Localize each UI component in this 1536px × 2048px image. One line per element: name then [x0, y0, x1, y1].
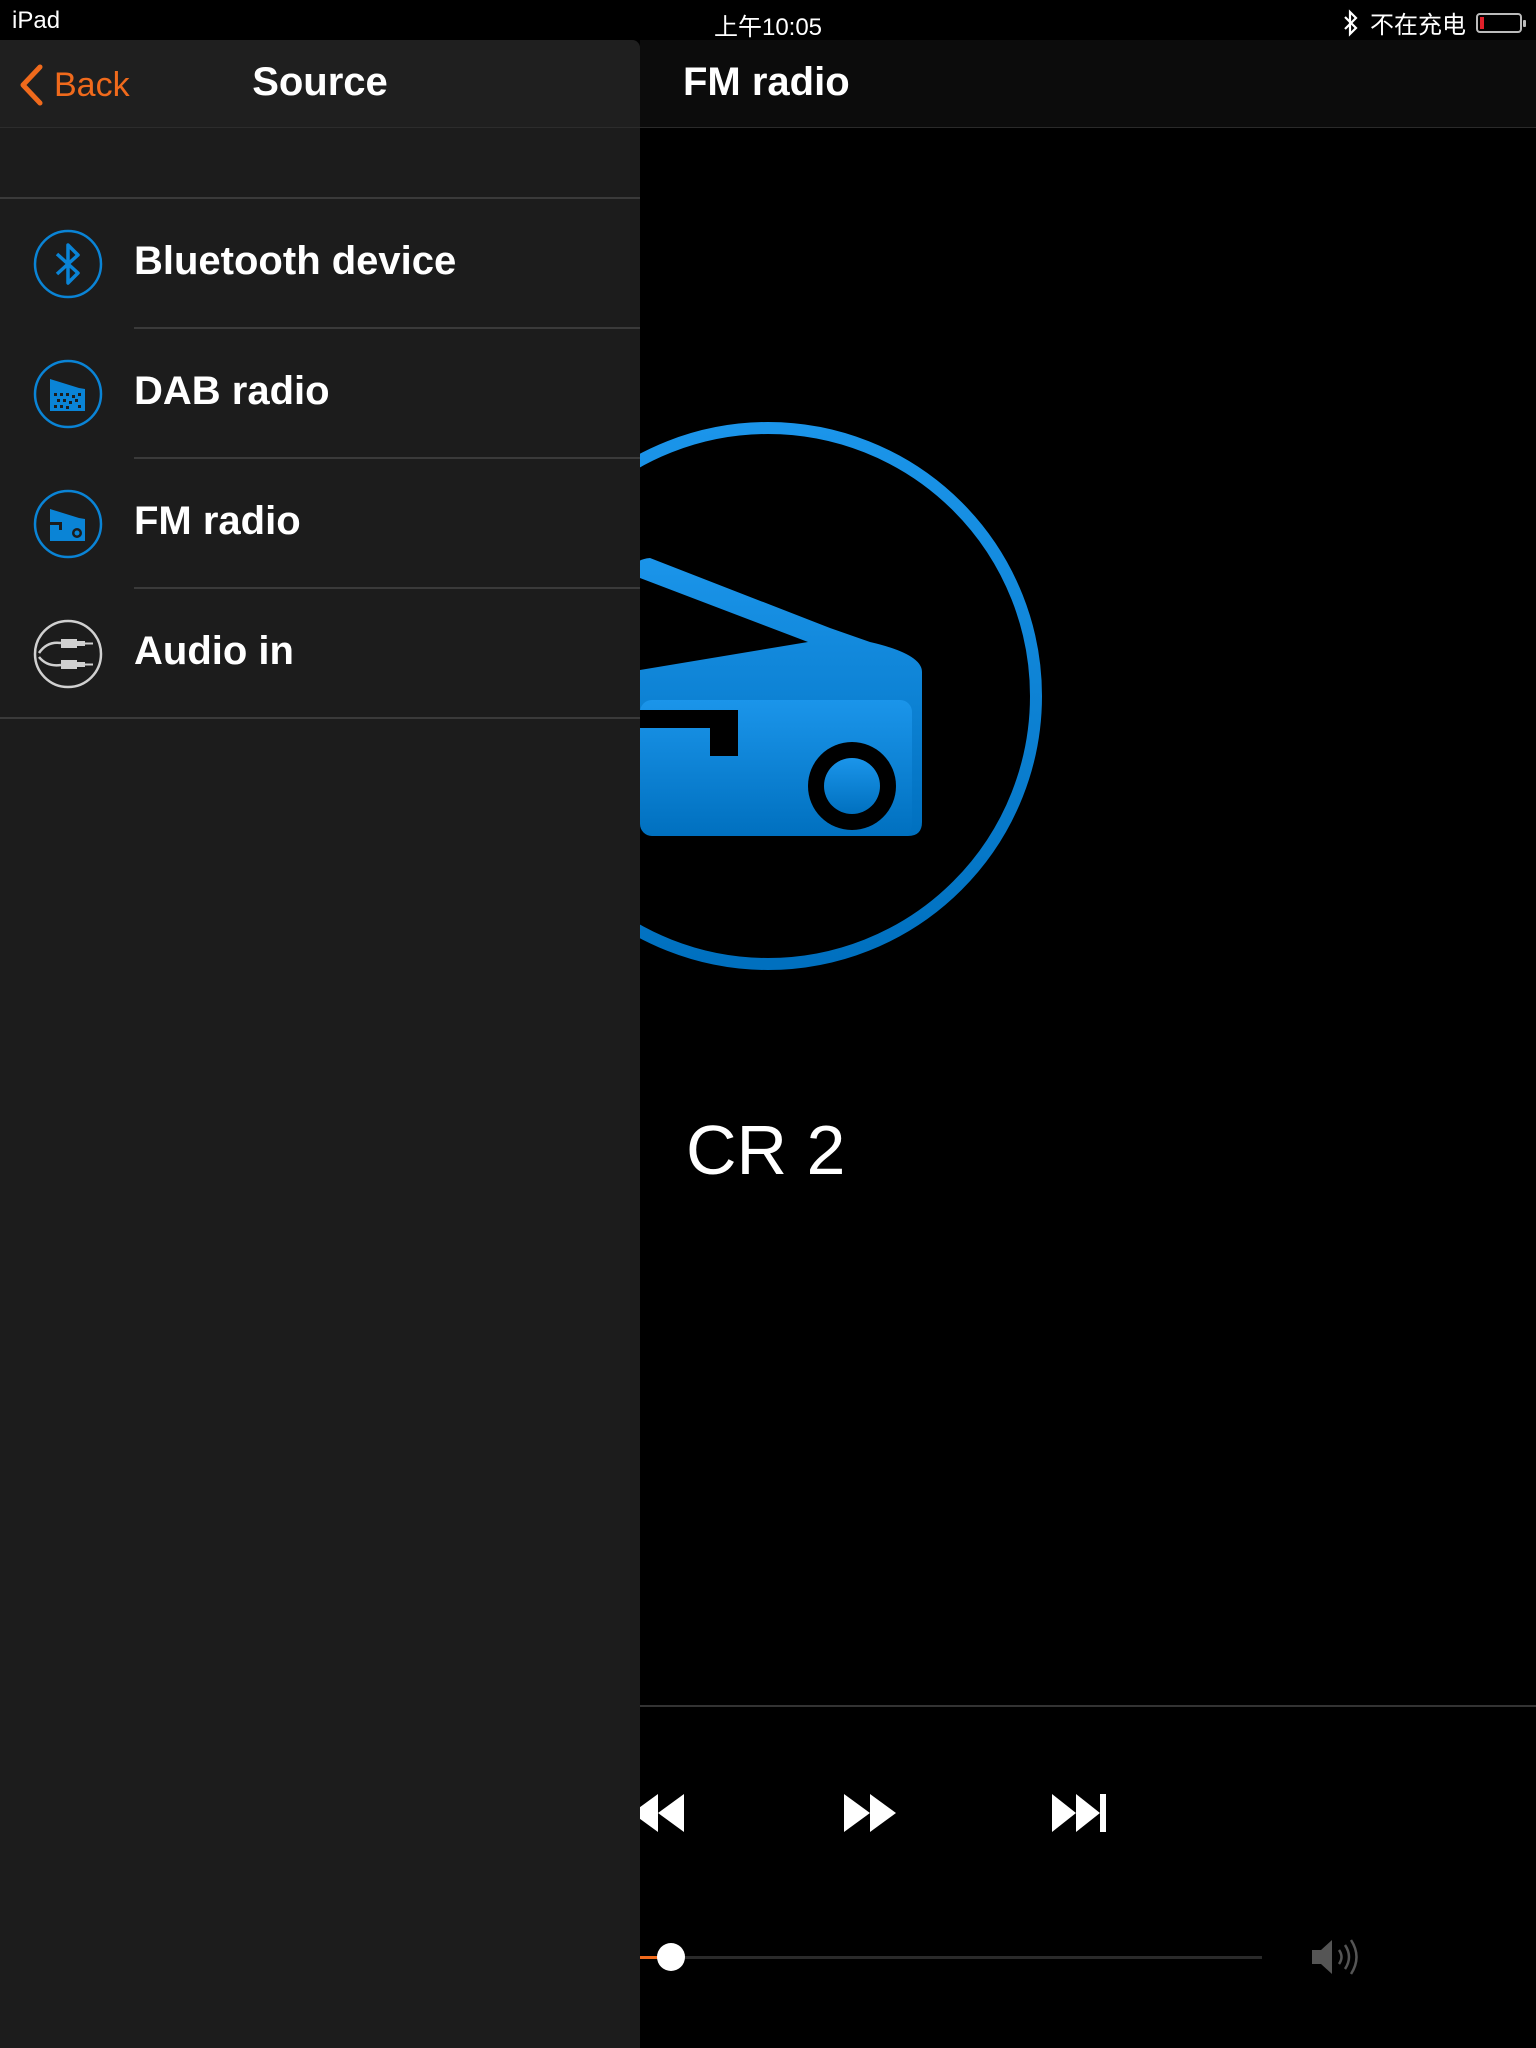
source-panel-header: Source Back	[0, 40, 640, 128]
chevron-left-icon	[20, 64, 43, 106]
source-panel: Source Back Bluetooth device DAB radio F…	[0, 40, 640, 2048]
station-name: CR 2	[686, 1111, 846, 1189]
fm-radio-icon	[33, 489, 103, 559]
bluetooth-icon	[33, 229, 103, 299]
dab-radio-icon	[33, 359, 103, 429]
back-button[interactable]: Back	[18, 62, 130, 108]
player-title: FM radio	[683, 60, 850, 104]
source-item-audio-in[interactable]: Audio in	[0, 589, 640, 719]
speaker-volume-icon	[1312, 1939, 1358, 1975]
rewind-button[interactable]	[630, 1788, 700, 1838]
status-right: 不在充电	[1342, 5, 1526, 40]
battery-icon	[1476, 12, 1526, 33]
source-item-bluetooth[interactable]: Bluetooth device	[0, 199, 640, 329]
audio-in-icon	[33, 619, 103, 689]
player-header: FM radio	[640, 40, 1536, 128]
bluetooth-status-icon	[1344, 8, 1358, 37]
source-item-label: Bluetooth device	[134, 239, 457, 283]
source-item-fm-radio[interactable]: FM radio	[0, 459, 640, 589]
status-time: 上午10:05	[713, 14, 823, 41]
fast-forward-button[interactable]	[842, 1788, 912, 1838]
source-list: Bluetooth device DAB radio FM radio Audi…	[0, 199, 640, 719]
status-bar: iPad 上午10:05 不在充电	[0, 0, 1536, 41]
source-item-label: Audio in	[134, 629, 294, 673]
volume-knob[interactable]	[657, 1943, 685, 1971]
source-item-label: DAB radio	[134, 369, 330, 413]
charging-status: 不在充电	[1370, 12, 1466, 39]
next-track-button[interactable]	[1050, 1788, 1120, 1838]
source-item-label: FM radio	[134, 499, 301, 543]
volume-slider[interactable]	[620, 1943, 1262, 1971]
controls-divider	[640, 1705, 1536, 1707]
source-item-dab-radio[interactable]: DAB radio	[0, 329, 640, 459]
source-list-spacer	[0, 128, 640, 199]
back-label: Back	[54, 65, 130, 104]
